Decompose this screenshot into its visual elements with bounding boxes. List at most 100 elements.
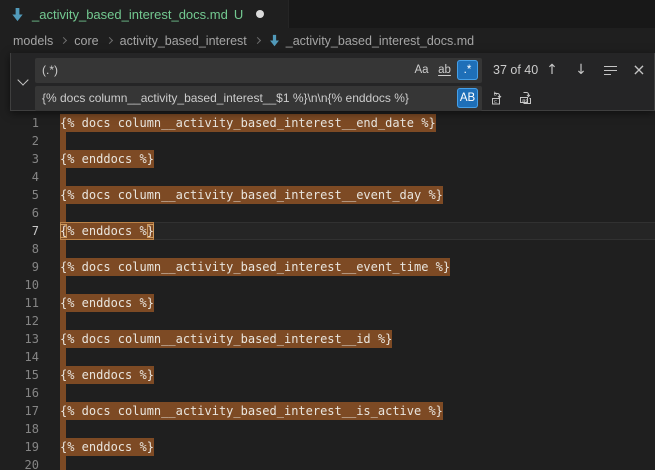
svg-text:c: c (494, 99, 497, 105)
breadcrumb-item-core[interactable]: core (74, 34, 98, 48)
line-content[interactable]: {% enddocs %} (60, 438, 655, 456)
breadcrumb-item-file[interactable]: _activity_based_interest_docs.md (286, 34, 474, 48)
code-line[interactable]: 16 (0, 384, 655, 402)
line-number[interactable]: 2 (0, 132, 60, 150)
next-match-button[interactable]: ↓ (573, 62, 589, 78)
match-case-button[interactable]: Aa (411, 60, 432, 80)
code-line[interactable]: 13{% docs column__activity_based_interes… (0, 330, 655, 348)
line-content[interactable] (60, 456, 655, 470)
line-content[interactable] (60, 168, 655, 186)
code-line[interactable]: 2 (0, 132, 655, 150)
find-replace-widget: (.*) Aa ab .* 37 of 40 ↑ ↓ × {% docs (10, 53, 655, 111)
replace-actions: c b ac (490, 90, 534, 106)
line-number[interactable]: 4 (0, 168, 60, 186)
editor-code-area[interactable]: 1{% docs column__activity_based_interest… (0, 53, 655, 470)
code-line[interactable]: 12 (0, 312, 655, 330)
replace-row: {% docs column__activity_based_interest_… (35, 85, 647, 111)
line-content[interactable] (60, 384, 655, 402)
preserve-case-button[interactable]: AB (457, 88, 478, 108)
unsaved-changes-dot[interactable] (256, 10, 264, 18)
line-content[interactable] (60, 348, 655, 366)
code-line[interactable]: 9{% docs column__activity_based_interest… (0, 258, 655, 276)
code-line[interactable]: 20 (0, 456, 655, 470)
find-match-empty-line (60, 456, 66, 470)
find-input[interactable]: (.*) Aa ab .* (35, 58, 482, 83)
line-number[interactable]: 5 (0, 186, 60, 204)
editor-tab[interactable]: _activity_based_interest_docs.md U (0, 0, 289, 28)
line-number[interactable]: 17 (0, 402, 60, 420)
replace-input-value: {% docs column__activity_based_interest_… (42, 91, 455, 105)
code-line[interactable]: 4 (0, 168, 655, 186)
find-match-empty-line (60, 276, 66, 294)
code-line[interactable]: 19{% enddocs %} (0, 438, 655, 456)
line-number[interactable]: 3 (0, 150, 60, 168)
line-number[interactable]: 7 (0, 222, 60, 240)
breadcrumb-item-activity-based-interest[interactable]: activity_based_interest (120, 34, 247, 48)
code-line[interactable]: 14 (0, 348, 655, 366)
line-number[interactable]: 13 (0, 330, 60, 348)
code-line[interactable]: 5{% docs column__activity_based_interest… (0, 186, 655, 204)
svg-text:ac: ac (522, 98, 528, 104)
close-button[interactable]: × (631, 62, 647, 78)
find-match-highlight: {% enddocs %} (60, 150, 154, 168)
chevron-right-icon (254, 37, 261, 44)
line-content[interactable] (60, 240, 655, 258)
selection-lines-icon (604, 66, 617, 75)
line-number[interactable]: 1 (0, 114, 60, 132)
find-match-highlight: {% enddocs %} (60, 294, 154, 312)
line-number[interactable]: 8 (0, 240, 60, 258)
line-number[interactable]: 18 (0, 420, 60, 438)
match-count: 37 of 40 (493, 63, 538, 77)
line-number[interactable]: 11 (0, 294, 60, 312)
line-number[interactable]: 6 (0, 204, 60, 222)
line-number[interactable]: 19 (0, 438, 60, 456)
tab-bar: _activity_based_interest_docs.md U (0, 0, 655, 28)
regex-button[interactable]: .* (457, 60, 478, 80)
replace-all-button[interactable]: ac (518, 90, 534, 106)
find-match-empty-line (60, 348, 66, 366)
line-content[interactable]: {% docs column__activity_based_interest_… (60, 114, 655, 132)
line-content[interactable]: {% enddocs %} (60, 150, 655, 168)
line-content[interactable] (60, 312, 655, 330)
line-content[interactable]: {% docs column__activity_based_interest_… (60, 402, 655, 420)
line-number[interactable]: 15 (0, 366, 60, 384)
code-line[interactable]: 17{% docs column__activity_based_interes… (0, 402, 655, 420)
previous-match-button[interactable]: ↑ (544, 62, 560, 78)
whole-word-button[interactable]: ab (434, 60, 455, 80)
find-in-selection-button[interactable] (602, 62, 618, 78)
line-content[interactable] (60, 204, 655, 222)
replace-input[interactable]: {% docs column__activity_based_interest_… (35, 86, 482, 111)
find-match-highlight: {% docs column__activity_based_interest_… (60, 402, 443, 420)
line-content[interactable] (60, 420, 655, 438)
line-number[interactable]: 20 (0, 456, 60, 470)
line-number[interactable]: 9 (0, 258, 60, 276)
matching-bracket: } (147, 224, 154, 238)
find-actions: ↑ ↓ × (544, 62, 647, 78)
breadcrumb-item-models[interactable]: models (13, 34, 53, 48)
line-number[interactable]: 16 (0, 384, 60, 402)
line-number[interactable]: 12 (0, 312, 60, 330)
code-line[interactable]: 7{% enddocs %} (0, 222, 655, 240)
find-match-empty-line (60, 168, 66, 186)
line-content[interactable] (60, 132, 655, 150)
line-content[interactable] (60, 276, 655, 294)
code-line[interactable]: 6 (0, 204, 655, 222)
toggle-replace-button[interactable] (11, 53, 34, 110)
line-content[interactable]: {% enddocs %} (60, 366, 655, 384)
code-line[interactable]: 11{% enddocs %} (0, 294, 655, 312)
code-line[interactable]: 1{% docs column__activity_based_interest… (0, 114, 655, 132)
line-content[interactable]: {% docs column__activity_based_interest_… (60, 258, 655, 276)
code-line[interactable]: 15{% enddocs %} (0, 366, 655, 384)
line-number[interactable]: 10 (0, 276, 60, 294)
code-line[interactable]: 10 (0, 276, 655, 294)
code-line[interactable]: 3{% enddocs %} (0, 150, 655, 168)
line-number[interactable]: 14 (0, 348, 60, 366)
replace-button[interactable]: c b (490, 90, 506, 106)
line-content[interactable]: {% docs column__activity_based_interest_… (60, 330, 655, 348)
line-content[interactable]: {% enddocs %} (60, 222, 655, 240)
line-content[interactable]: {% docs column__activity_based_interest_… (60, 186, 655, 204)
find-row: (.*) Aa ab .* 37 of 40 ↑ ↓ × (35, 57, 647, 83)
code-line[interactable]: 8 (0, 240, 655, 258)
line-content[interactable]: {% enddocs %} (60, 294, 655, 312)
code-line[interactable]: 18 (0, 420, 655, 438)
